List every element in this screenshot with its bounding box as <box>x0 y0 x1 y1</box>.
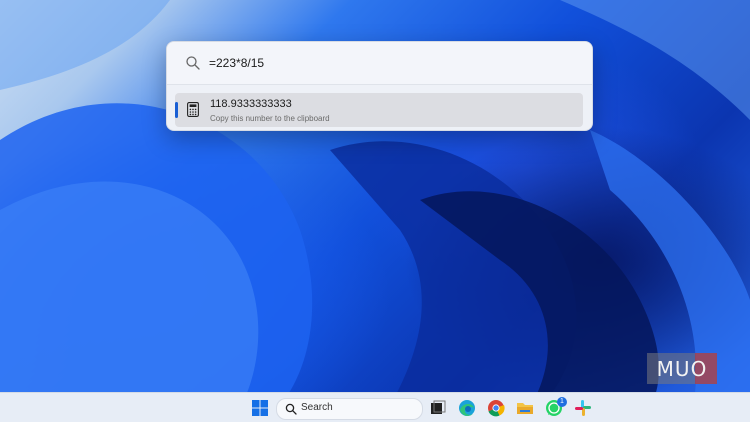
calculator-icon <box>187 102 199 117</box>
slack-icon[interactable] <box>572 397 594 419</box>
file-explorer-icon[interactable] <box>514 397 536 419</box>
whatsapp-badge: 1 <box>557 397 567 407</box>
edge-icon[interactable] <box>456 397 478 419</box>
taskbar: Search <box>0 392 750 422</box>
watermark-text: MUO <box>656 356 708 381</box>
desktop: 118.9333333333 Copy this number to the c… <box>0 0 750 422</box>
result-item[interactable]: 118.9333333333 Copy this number to the c… <box>175 93 583 127</box>
query-input[interactable] <box>209 53 569 73</box>
run-dialog: 118.9333333333 Copy this number to the c… <box>166 41 593 131</box>
watermark-logo: MUO <box>647 353 717 384</box>
search-row <box>167 42 592 85</box>
chrome-icon[interactable] <box>485 397 507 419</box>
search-icon <box>186 56 200 70</box>
taskbar-search[interactable]: Search <box>276 398 423 420</box>
taskbar-search-label: Search <box>301 402 333 413</box>
selection-indicator <box>175 102 178 118</box>
start-icon[interactable] <box>249 397 271 419</box>
search-icon <box>285 403 297 415</box>
result-subtitle: Copy this number to the clipboard <box>210 114 330 123</box>
task-view-icon[interactable] <box>427 397 449 419</box>
result-value: 118.9333333333 <box>210 98 292 110</box>
